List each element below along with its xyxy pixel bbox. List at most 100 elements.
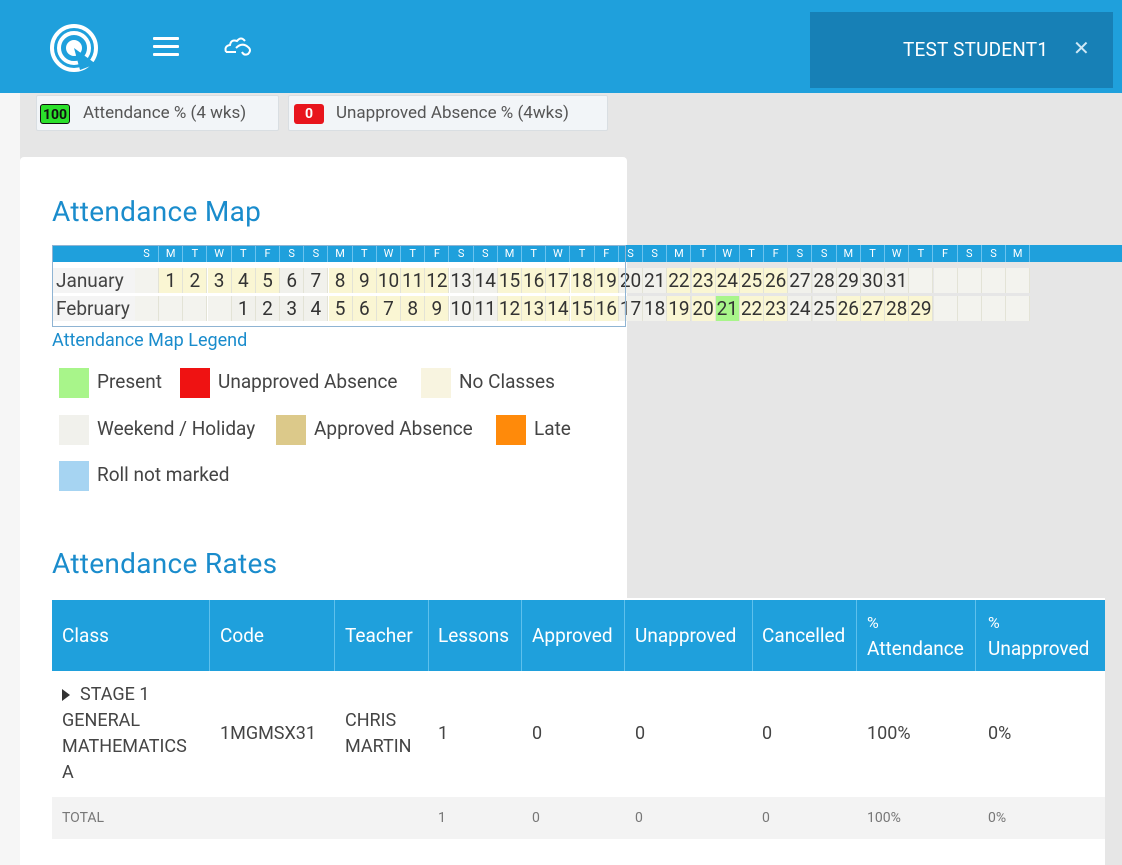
day-cell: 14 (473, 268, 498, 293)
day-cell: 3 (280, 296, 305, 321)
day-header-cell: W (377, 245, 401, 262)
col-pct-unapproved[interactable]: Unapproved (988, 636, 1089, 661)
day-cell: 1 (231, 296, 256, 321)
day-header-cell: M (667, 245, 692, 262)
unapproved-stat-label: Unapproved Absence % (4wks) (336, 103, 569, 123)
col-pct-attendance[interactable]: Attendance (867, 636, 964, 661)
col-separator (856, 600, 857, 671)
day-cell: 26 (764, 268, 789, 293)
legend-swatch (496, 415, 526, 445)
cloud-icon[interactable] (222, 32, 254, 60)
total-unapproved: 0 (635, 810, 643, 826)
day-cell: 30 (861, 268, 885, 293)
day-cell: 8 (401, 296, 426, 321)
col-unapproved[interactable]: Unapproved (635, 623, 736, 648)
empty-day-cell (957, 268, 982, 293)
close-icon[interactable]: ✕ (1073, 36, 1090, 60)
day-cell: 7 (304, 268, 329, 293)
class-expand[interactable]: STAGE 1 (62, 682, 149, 708)
day-header-cell: S (958, 245, 982, 262)
col-lessons[interactable]: Lessons (438, 623, 509, 648)
day-cell: 23 (764, 296, 789, 321)
day-cell: 16 (522, 268, 547, 293)
approved-value: 0 (532, 723, 543, 744)
day-header-cell: W (885, 245, 910, 262)
day-header-cell: T (232, 245, 256, 262)
unapproved-stat: 0 Unapproved Absence % (4wks) (288, 95, 608, 131)
day-header-cell: T (909, 245, 934, 262)
legend-label: Unapproved Absence (218, 370, 398, 393)
day-cell: 7 (377, 296, 401, 321)
day-cell: 4 (304, 296, 329, 321)
empty-day-cell (957, 296, 982, 321)
col-separator (428, 600, 429, 671)
day-cell: 11 (473, 296, 498, 321)
legend-label: Roll not marked (97, 463, 230, 486)
day-cell: 17 (546, 268, 571, 293)
day-cell: 1 (159, 268, 184, 293)
empty-day-cell (982, 296, 1006, 321)
day-header-cell: S (450, 245, 474, 262)
day-header-cell: F (256, 245, 280, 262)
legend-swatch (59, 368, 89, 398)
day-header-cell: T (740, 245, 764, 262)
col-approved[interactable]: Approved (532, 623, 613, 648)
logo-icon[interactable] (50, 24, 98, 72)
day-header-cell: S (304, 245, 329, 262)
day-header-cell: M (159, 245, 184, 262)
user-name[interactable]: TEST STUDENT1 (903, 38, 1048, 61)
day-header-cell: S (135, 245, 159, 262)
day-header-cell: S (788, 245, 813, 262)
day-cell: 23 (691, 268, 716, 293)
top-bar: TEST STUDENT1 ✕ (0, 0, 1122, 93)
col-separator (975, 600, 976, 671)
total-row (52, 797, 1105, 839)
day-header-cell: M (837, 245, 861, 262)
col-class[interactable]: Class (62, 623, 109, 648)
legend-swatch (421, 368, 451, 398)
day-header-cell: T (353, 245, 377, 262)
col-teacher[interactable]: Teacher (345, 623, 413, 648)
day-cell: 10 (377, 268, 401, 293)
expand-caret-icon[interactable] (62, 689, 70, 702)
col-separator (624, 600, 625, 671)
day-cell: 28 (812, 268, 837, 293)
legend-label: Approved Absence (314, 417, 473, 440)
day-cell: 14 (546, 296, 571, 321)
empty-day-cell (933, 296, 958, 321)
day-cell: 19 (594, 268, 619, 293)
legend-link[interactable]: Attendance Map Legend (52, 330, 247, 351)
day-cell: 20 (691, 296, 716, 321)
total-cancelled: 0 (762, 810, 770, 826)
col-pct-unapproved-symbol[interactable]: % (988, 610, 1000, 635)
day-header-cell: F (425, 245, 450, 262)
day-header-cell: M (329, 245, 353, 262)
empty-day-cell (1006, 296, 1031, 321)
day-cell: 24 (788, 296, 813, 321)
day-cell: 31 (885, 268, 910, 293)
day-cell: 9 (352, 268, 377, 293)
attendance-stat: 100 Attendance % (4 wks) (36, 95, 279, 131)
col-cancelled[interactable]: Cancelled (762, 623, 845, 648)
day-header-cell: T (861, 245, 885, 262)
day-header-cell: S (474, 245, 498, 262)
day-cell: 27 (788, 268, 813, 293)
legend-swatch (276, 415, 306, 445)
menu-icon[interactable] (153, 34, 179, 58)
legend-label: No Classes (459, 370, 555, 393)
attendance-rates-title: Attendance Rates (52, 547, 278, 580)
day-cell: 28 (885, 296, 910, 321)
class-line: A (62, 762, 74, 783)
attendance-value: 100% (867, 723, 911, 744)
day-cell: 11 (401, 268, 426, 293)
day-header-cell: T (571, 245, 595, 262)
col-pct-attendance-symbol[interactable]: % (867, 610, 879, 635)
empty-day-cell (933, 268, 958, 293)
day-cell: 6 (352, 296, 377, 321)
day-cell: 5 (256, 268, 280, 293)
legend-swatch (180, 368, 210, 398)
day-header-cell: S (813, 245, 837, 262)
day-cell: 8 (328, 268, 353, 293)
day-cell: 9 (425, 296, 450, 321)
col-code[interactable]: Code (220, 623, 264, 648)
